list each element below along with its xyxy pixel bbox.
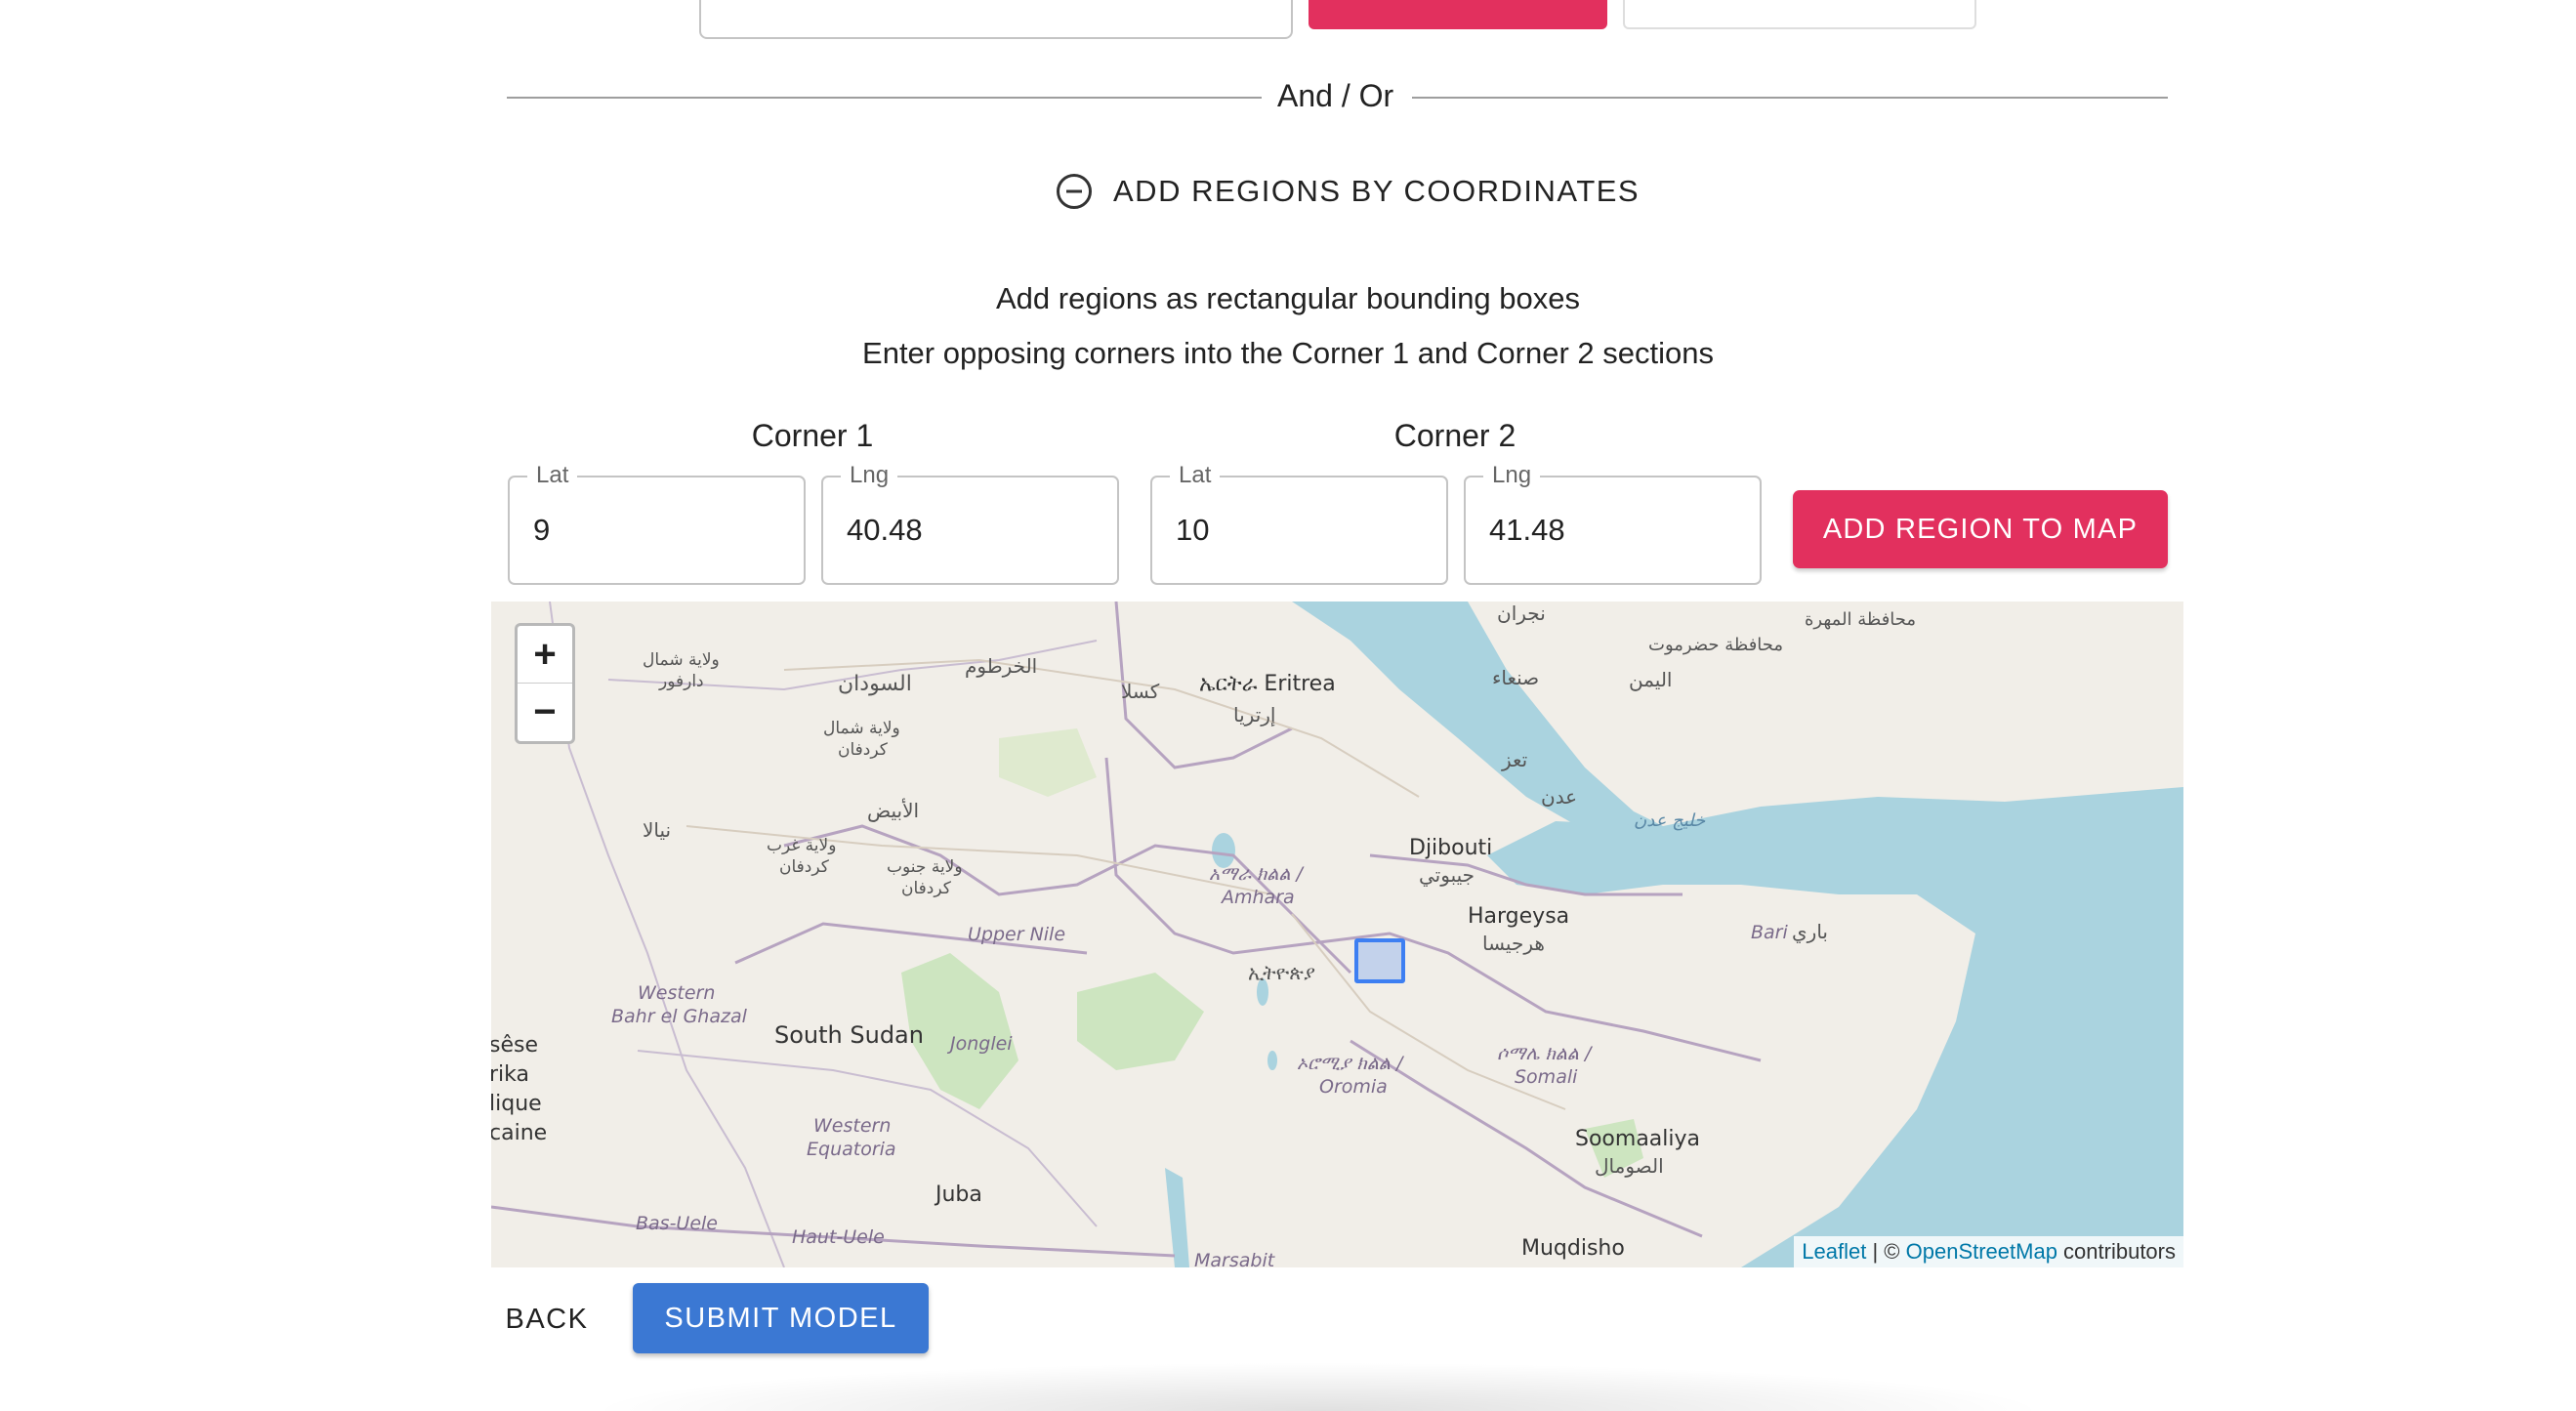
region-rectangle[interactable] [1354,938,1405,983]
map-label-djibouti: Djibouti [1409,836,1493,860]
map-label-oromia: ኦሮሚያ ክልል / [1297,1053,1403,1074]
map-label-amhara: አማራ ክልል / [1209,863,1303,885]
map-label-western-bahr-2: Bahr el Ghazal [611,1006,747,1027]
map-label-marsabit: Marsabit [1194,1250,1275,1267]
map-label-sanaa-ar: صنعاء [1492,666,1540,689]
map-label-mahra-ar: محافظة المهرة [1805,609,1917,630]
map-label-hargeysa-ar: هرجيسا [1482,932,1545,955]
map-label-somalia-ar: الصومال [1595,1154,1664,1178]
map-attribution: Leaflet | © OpenStreetMap contributors [1794,1236,2183,1267]
map-label-somali-region-2: Somali [1515,1066,1578,1088]
map-label-eritrea-ar: إرتريا [1233,703,1276,726]
corner-2-lat-input[interactable] [1176,477,1410,583]
map-label-djibouti-ar: جيبوتي [1419,863,1475,887]
map-label-eritrea: ኤርትራ Eritrea [1199,672,1336,696]
map-label-somali-region: ሶማሌ ክልል / [1497,1043,1592,1064]
map-label-south-kordofan-2-ar: كردفان [901,879,951,898]
map-label-kassala-ar: كسلا [1121,680,1160,703]
map[interactable]: + − ኤርትራ Eritrea إرتريا Djibouti جيبوتي … [491,602,2183,1267]
zoom-out-button[interactable]: − [518,684,572,740]
map-label-edge-2: rika [491,1062,529,1087]
attribution-contributors: contributors [2057,1239,2176,1264]
add-regions-by-coordinates-toggle[interactable]: ADD REGIONS BY COORDINATES [1055,172,1640,211]
map-label-somalia: Soomaaliya [1575,1127,1701,1151]
map-label-south-kordofan-ar: ولاية جنوب [887,857,963,877]
map-label-north-darfur-ar: ولاية شمال [643,650,720,670]
map-label-edge-3: lique [491,1092,542,1116]
map-label-bas-uele: Bas-Uele [636,1213,718,1234]
map-label-upper-nile: Upper Nile [968,924,1066,945]
map-label-western-bahr: Western [638,982,716,1004]
map-label-najran-ar: نجران [1497,602,1546,625]
top-primary-button[interactable] [1309,0,1607,29]
top-outlined-button[interactable] [1623,0,1976,29]
zoom-control: + − [515,623,575,744]
corner-2-lng-field[interactable]: Lng [1464,461,1762,585]
map-label-edge-1: sêse [491,1033,538,1058]
map-label-western-equatoria-2: Equatoria [807,1139,896,1160]
map-label-nyala-ar: نيالا [643,818,672,842]
map-label-obeid-ar: الأبيض [867,799,920,822]
map-label-edge-4: caine [491,1121,548,1145]
map-label-west-kordofan-ar: ولاية غرب [767,836,837,855]
leaflet-link[interactable]: Leaflet [1802,1239,1866,1264]
map-label-jonglei: Jonglei [950,1033,1013,1055]
map-label-khartoum-ar: الخرطوم [965,654,1038,678]
corner-2-title: Corner 2 [1393,418,1517,453]
corner-1-lat-input[interactable] [533,477,768,583]
instruction-line-1: Add regions as rectangular bounding boxe… [995,281,1581,315]
map-label-hadramaut-ar: محافظة حضرموت [1648,635,1784,655]
corner-2-lng-input[interactable] [1489,477,1724,583]
map-label-ethiopia: ኢትዮጵያ [1248,961,1315,984]
map-label-gulf-aden-ar: خليج عدن [1634,810,1706,831]
map-label-hargeysa: Hargeysa [1468,904,1570,929]
submit-model-button[interactable]: SUBMIT MODEL [633,1283,929,1353]
zoom-in-button[interactable]: + [518,626,572,684]
toggle-label: ADD REGIONS BY COORDINATES [1113,174,1641,208]
divider-line-left [507,97,1262,99]
map-label-oromia-2: Oromia [1319,1076,1388,1098]
bottom-shadow [586,1362,2051,1411]
instruction-line-2: Enter opposing corners into the Corner 1… [862,336,1714,370]
attribution-separator: | © [1866,1239,1906,1264]
corner-1-lat-field[interactable]: Lat [508,461,806,585]
map-label-west-kordofan-2-ar: كردفان [779,857,829,877]
map-label-north-kordofan-2-ar: كردفان [838,740,888,760]
divider-line-right [1412,97,2168,99]
map-tiles [491,602,2183,1267]
map-label-south-sudan: South Sudan [774,1021,924,1049]
corner-1-lng-input[interactable] [847,477,1081,583]
corner-1-title: Corner 1 [751,418,874,453]
corner-1-lng-field[interactable]: Lng [821,461,1119,585]
map-label-taiz-ar: تعز [1502,748,1528,771]
map-label-bari: Bari [1751,922,1788,943]
corner-2-lat-field[interactable]: Lat [1150,461,1448,585]
map-label-amhara-2: Amhara [1222,887,1295,908]
map-label-western-equatoria: Western [813,1115,892,1137]
add-region-to-map-button[interactable]: ADD REGION TO MAP [1793,490,2168,568]
map-label-muqdisho: Muqdisho [1521,1236,1625,1261]
back-button[interactable]: BACK [488,1285,605,1353]
map-label-sudan-ar: السودان [838,672,912,696]
map-label-north-darfur-2-ar: دارفور [659,672,704,691]
top-text-field[interactable] [699,0,1293,39]
map-label-north-kordofan-ar: ولاية شمال [823,719,900,738]
map-label-juba: Juba [935,1183,982,1207]
map-label-bari-ar: باري [1792,920,1828,943]
divider-text: And / Or [1277,78,1394,113]
minus-circle-icon [1055,172,1094,211]
map-label-yemen-ar: اليمن [1629,668,1673,691]
openstreetmap-link[interactable]: OpenStreetMap [1906,1239,2057,1264]
map-label-aden-ar: عدن [1541,785,1578,809]
map-label-haut-uele: Haut-Uele [792,1226,885,1248]
